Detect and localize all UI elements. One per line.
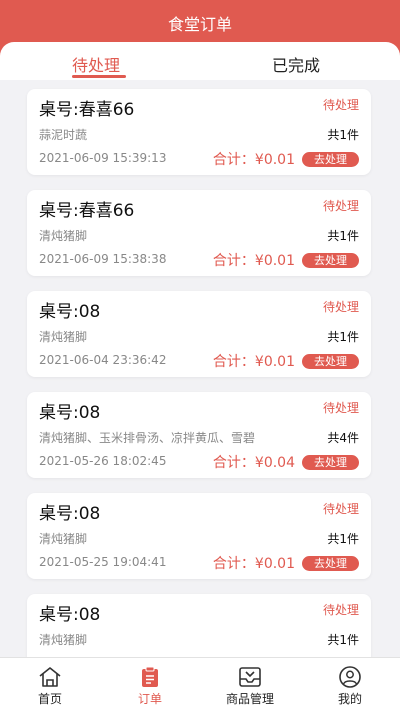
table-number: 桌号:08 [39, 504, 101, 524]
item-count: 共1件 [327, 330, 359, 344]
order-items: 清炖猪脚 [39, 633, 88, 647]
order-time: 2021-05-26 18:02:45 [39, 454, 167, 468]
inbox-icon [239, 667, 261, 687]
nav-profile-label: 我的 [337, 692, 362, 706]
order-time: 2021-06-09 15:38:38 [39, 252, 167, 266]
status-badge: 待处理 [322, 502, 359, 516]
nav-orders-label: 订单 [137, 692, 162, 706]
process-button[interactable]: 去处理 [302, 455, 359, 470]
order-time: 2021-05-25 19:04:41 [39, 555, 167, 569]
order-card[interactable]: 桌号:08 待处理 清炖猪脚 共1件 2021-06-04 23:36:42 合… [27, 291, 371, 377]
user-icon [339, 666, 361, 688]
bottom-navigation: 首页 订单 商品管理 我的 [0, 657, 400, 711]
order-card[interactable]: 桌号:春喜66 待处理 蒜泥时蔬 共1件 2021-06-09 15:39:13… [27, 89, 371, 175]
order-total: 合计：¥0.01 [212, 556, 295, 572]
nav-products-label: 商品管理 [225, 692, 274, 706]
active-tab-indicator [72, 75, 126, 78]
order-items: 清炖猪脚、玉米排骨汤、凉拌黄瓜、雪碧 [39, 431, 256, 445]
status-badge: 待处理 [322, 401, 359, 415]
item-count: 共1件 [327, 128, 359, 142]
page-title: 食堂订单 [167, 15, 232, 34]
process-button[interactable]: 去处理 [302, 152, 359, 167]
order-items: 蒜泥时蔬 [39, 128, 88, 142]
nav-home[interactable]: 首页 [0, 658, 100, 711]
table-number: 桌号:08 [39, 605, 101, 625]
order-card[interactable]: 桌号:08 待处理 清炖猪脚 共1件 2021-05-25 19:04:41 合… [27, 493, 371, 579]
order-items: 清炖猪脚 [39, 229, 88, 243]
status-badge: 待处理 [322, 300, 359, 314]
nav-profile[interactable]: 我的 [300, 658, 400, 711]
order-card[interactable]: 桌号:08 待处理 清炖猪脚 共1件 [27, 594, 371, 657]
status-badge: 待处理 [322, 199, 359, 213]
nav-products[interactable]: 商品管理 [200, 658, 300, 711]
order-total: 合计：¥0.01 [212, 152, 295, 168]
process-button[interactable]: 去处理 [302, 556, 359, 571]
process-button[interactable]: 去处理 [302, 354, 359, 369]
table-number: 桌号:春喜66 [39, 201, 135, 221]
item-count: 共1件 [327, 229, 359, 243]
item-count: 共1件 [327, 532, 359, 546]
table-number: 桌号:08 [39, 403, 101, 423]
tab-completed[interactable]: 已完成 [272, 52, 320, 76]
status-badge: 待处理 [322, 603, 359, 617]
order-card[interactable]: 桌号:春喜66 待处理 清炖猪脚 共1件 2021-06-09 15:38:38… [27, 190, 371, 276]
process-button[interactable]: 去处理 [302, 253, 359, 268]
tab-pending[interactable]: 待处理 [72, 52, 120, 76]
order-list[interactable]: 桌号:春喜66 待处理 蒜泥时蔬 共1件 2021-06-09 15:39:13… [0, 80, 400, 657]
order-items: 清炖猪脚 [39, 532, 88, 546]
table-number: 桌号:08 [39, 302, 101, 322]
table-number: 桌号:春喜66 [39, 100, 135, 120]
order-status-tabs: 待处理 已完成 [0, 42, 400, 80]
order-time: 2021-06-04 23:36:42 [39, 353, 167, 367]
item-count: 共1件 [327, 633, 359, 647]
item-count: 共4件 [327, 431, 359, 445]
order-time: 2021-06-09 15:39:13 [39, 151, 167, 165]
order-total: 合计：¥0.04 [212, 455, 295, 471]
order-items: 清炖猪脚 [39, 330, 88, 344]
order-total: 合计：¥0.01 [212, 253, 295, 269]
order-total: 合计：¥0.01 [212, 354, 295, 370]
clipboard-icon [142, 666, 158, 687]
status-badge: 待处理 [322, 98, 359, 112]
nav-orders[interactable]: 订单 [100, 658, 200, 711]
nav-home-label: 首页 [37, 692, 62, 706]
order-card[interactable]: 桌号:08 待处理 清炖猪脚、玉米排骨汤、凉拌黄瓜、雪碧 共4件 2021-05… [27, 392, 371, 478]
home-icon [39, 667, 61, 687]
